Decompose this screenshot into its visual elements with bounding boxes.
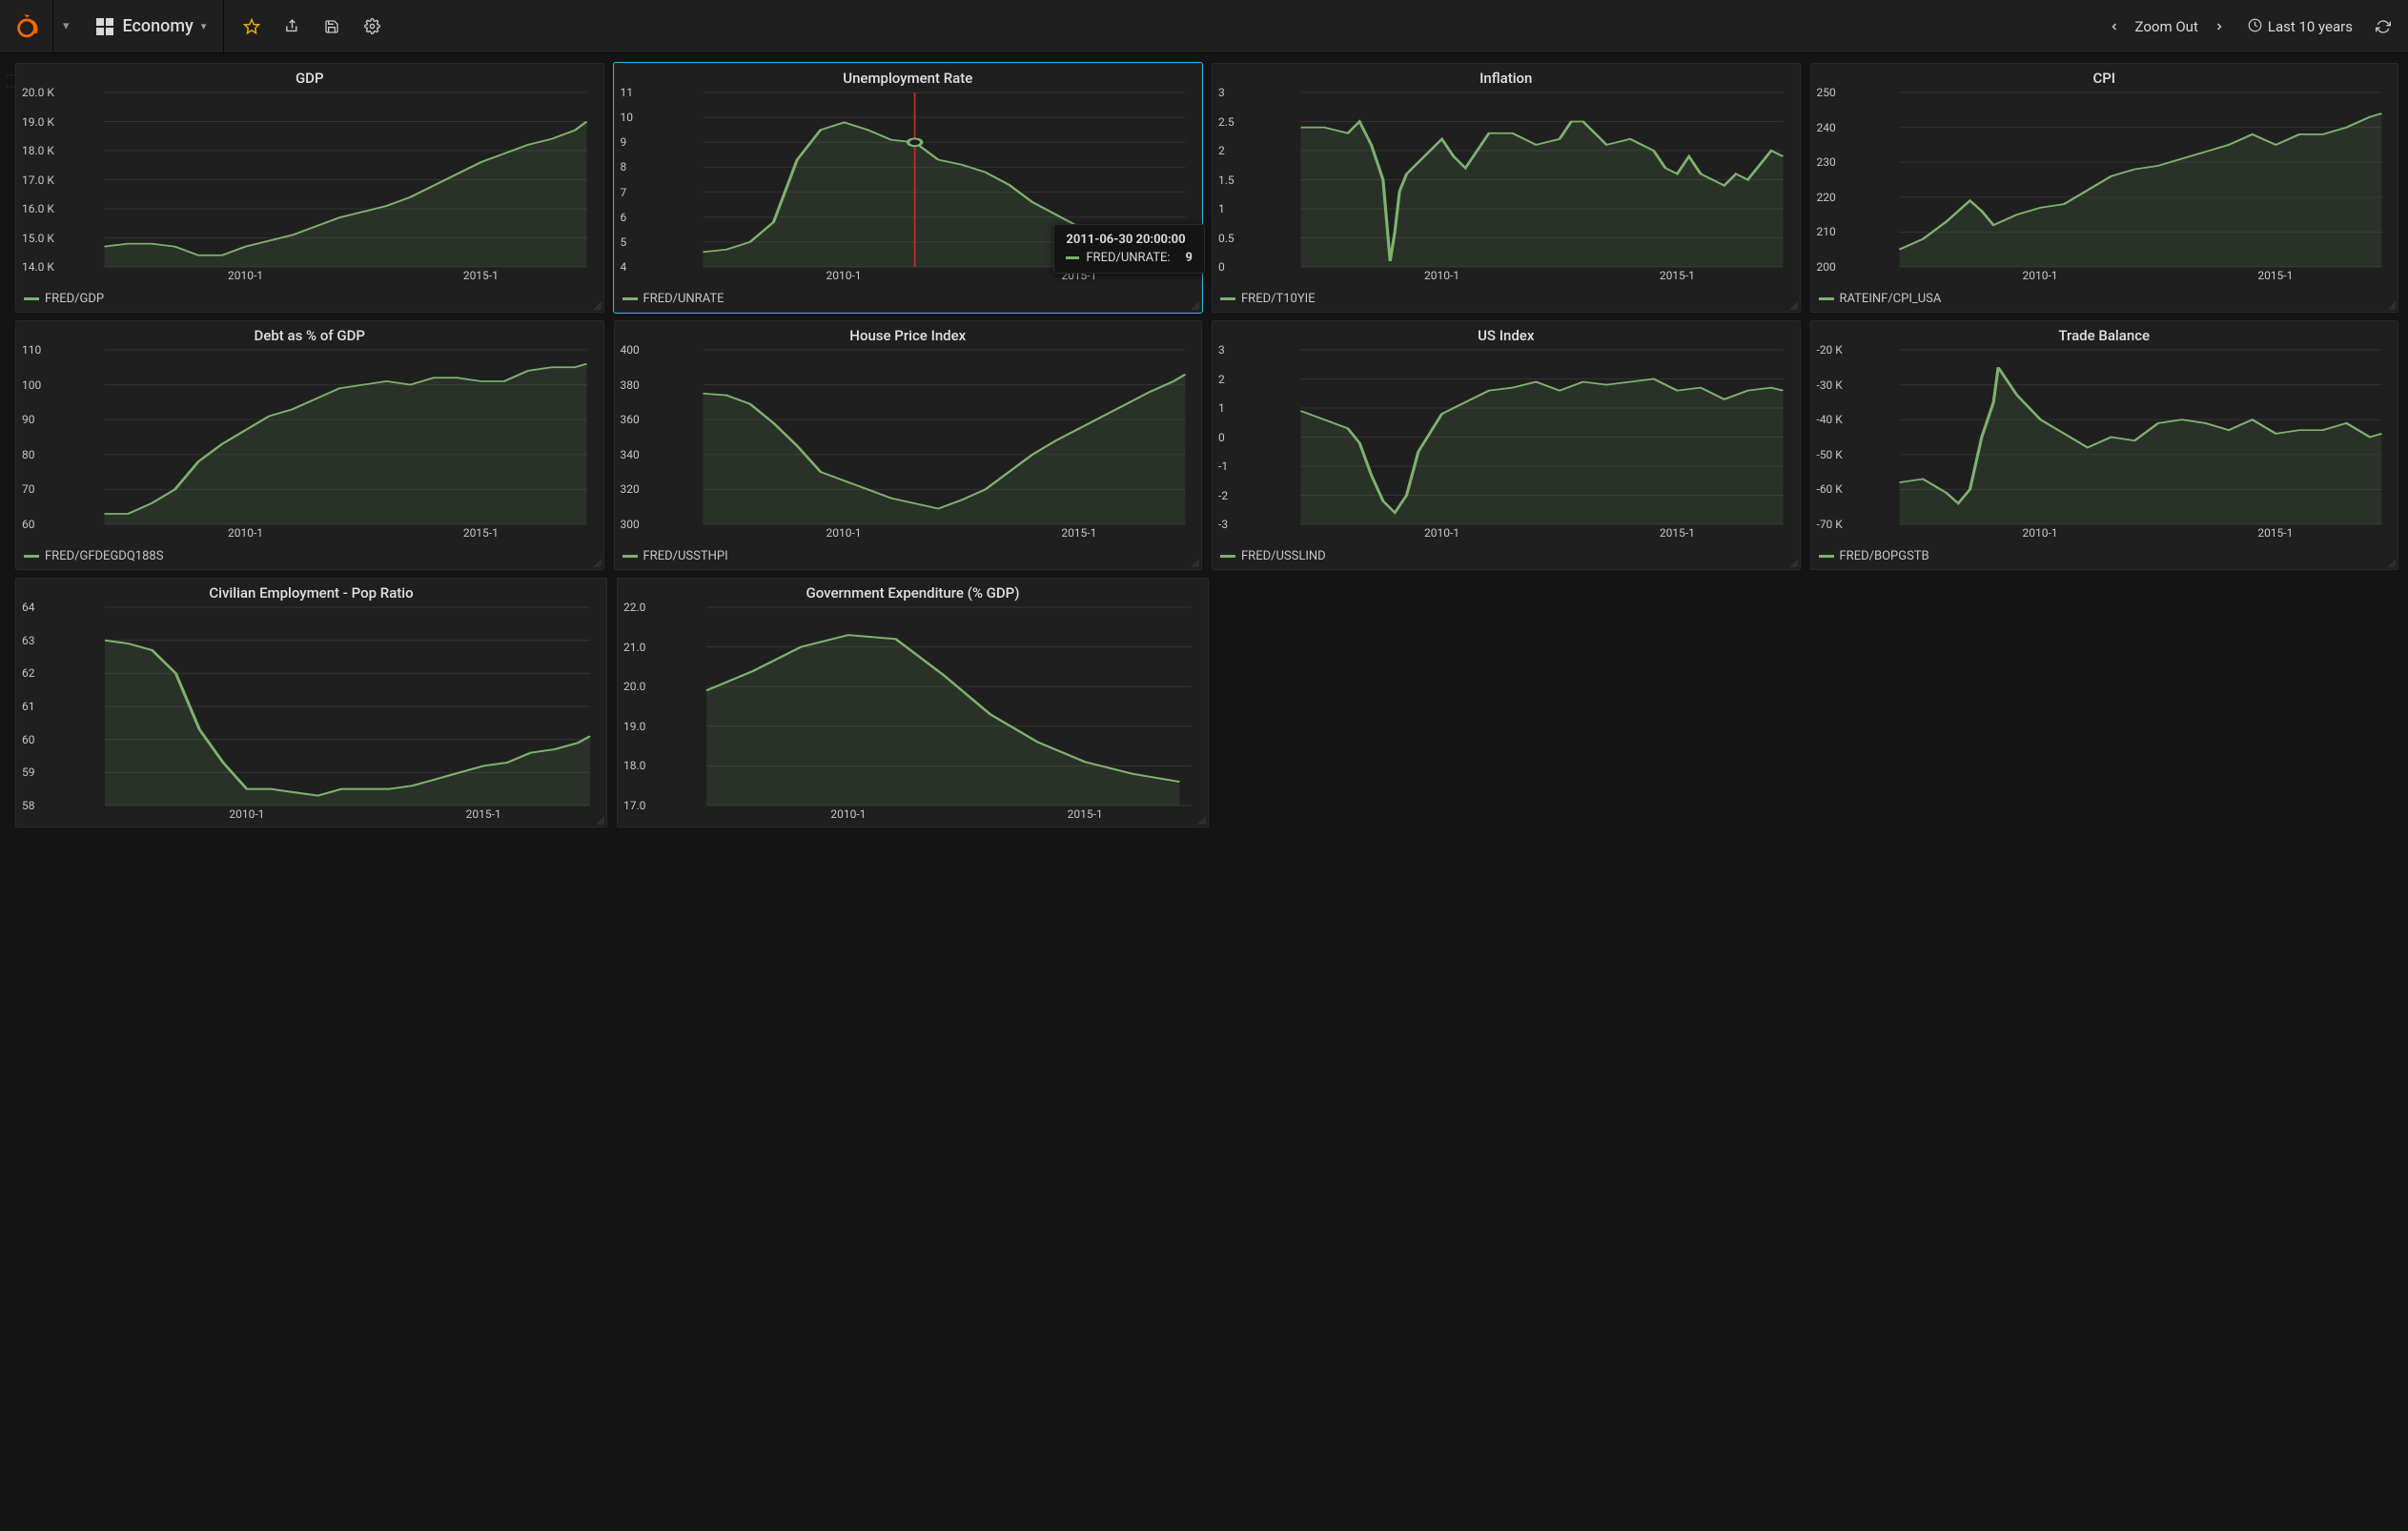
panel-title: Unemployment Rate (615, 64, 1202, 89)
panel-title: CPI (1811, 64, 2398, 89)
chevron-down-icon[interactable]: ▾ (53, 19, 79, 33)
panel-row: Civilian Employment - Pop Ratio585960616… (15, 574, 2402, 831)
time-forward-button[interactable] (2204, 0, 2235, 52)
legend-label: FRED/T10YIE (1241, 292, 1316, 306)
resize-handle[interactable] (590, 556, 603, 569)
x-tick-label: 2015-1 (463, 269, 499, 282)
x-tick-label: 2015-1 (1660, 526, 1695, 540)
x-tick-label: 2010-1 (2023, 526, 2058, 540)
tooltip-timestamp: 2011-06-30 20:00:00 (1066, 233, 1193, 247)
panel-legend[interactable]: FRED/UNRATE (615, 288, 1202, 312)
panel-emratio[interactable]: Civilian Employment - Pop Ratio585960616… (15, 578, 607, 827)
star-icon[interactable] (232, 0, 272, 52)
panel-row: Debt as % of GDP607080901001102010-12015… (15, 316, 2402, 574)
panel-title: Debt as % of GDP (16, 321, 603, 346)
x-tick-label: 2015-1 (2257, 269, 2293, 282)
dashboard-title: Economy (123, 16, 194, 36)
refresh-icon[interactable] (2366, 0, 2400, 52)
dashboard-picker[interactable]: Economy ▾ (79, 0, 225, 52)
gear-icon[interactable] (352, 0, 392, 52)
panel-title: Inflation (1213, 64, 1800, 89)
panel-inflation[interactable]: Inflation00.511.522.532010-12015-1FRED/T… (1212, 63, 1801, 313)
x-tick-label: 2010-1 (228, 269, 263, 282)
chevron-down-icon: ▾ (201, 20, 207, 32)
resize-handle[interactable] (1786, 556, 1800, 569)
x-tick-label: 2015-1 (463, 526, 499, 540)
dashboard-body: ⋮⋮ GDP14.0 K15.0 K16.0 K17.0 K18.0 K19.0… (0, 53, 2408, 837)
resize-handle[interactable] (1188, 556, 1201, 569)
row-handle[interactable] (6, 316, 15, 574)
panel-title: House Price Index (615, 321, 1202, 346)
x-tick-label: 2010-1 (830, 807, 866, 821)
panel-govexp[interactable]: Government Expenditure (% GDP)17.018.019… (617, 578, 1209, 827)
resize-handle[interactable] (1786, 298, 1800, 312)
panel-legend[interactable]: FRED/USSLIND (1213, 545, 1800, 569)
toolbar (224, 0, 392, 52)
panel-title: Government Expenditure (% GDP) (618, 579, 1208, 603)
panel-unrate[interactable]: Unemployment Rate45678910112010-12015-1F… (614, 63, 1203, 313)
panel-legend[interactable]: FRED/GDP (16, 288, 603, 312)
legend-label: FRED/GFDEGDQ188S (45, 549, 163, 563)
panel-debt[interactable]: Debt as % of GDP607080901001102010-12015… (15, 320, 604, 570)
top-nav: ▾ Economy ▾ Zoom Out Last 10 yea (0, 0, 2408, 53)
dashboard-icon (96, 18, 113, 35)
resize-handle[interactable] (590, 298, 603, 312)
time-range-picker[interactable]: Last 10 years (2235, 0, 2366, 52)
resize-handle[interactable] (593, 813, 606, 827)
grafana-logo[interactable] (0, 0, 53, 52)
x-tick-label: 2015-1 (1061, 526, 1096, 540)
x-tick-label: 2010-1 (826, 269, 862, 282)
x-tick-label: 2010-1 (1424, 526, 1459, 540)
x-tick-label: 2010-1 (826, 526, 862, 540)
resize-handle[interactable] (2384, 298, 2398, 312)
row-handle[interactable]: ⋮⋮ (6, 59, 15, 316)
panel-legend[interactable]: FRED/BOPGSTB (1811, 545, 2398, 569)
panel-legend[interactable]: FRED/USSTHPI (615, 545, 1202, 569)
panel-legend[interactable]: FRED/T10YIE (1213, 288, 1800, 312)
panel-row: GDP14.0 K15.0 K16.0 K17.0 K18.0 K19.0 K2… (15, 59, 2402, 316)
panel-legend[interactable]: FRED/GFDEGDQ188S (16, 545, 603, 569)
tooltip-value: 9 (1186, 251, 1193, 265)
zoom-out-button[interactable]: Zoom Out (2130, 0, 2204, 52)
time-range-label: Last 10 years (2268, 18, 2353, 35)
x-tick-label: 2010-1 (2023, 269, 2058, 282)
time-back-button[interactable] (2099, 0, 2130, 52)
save-icon[interactable] (312, 0, 352, 52)
x-tick-label: 2015-1 (1660, 269, 1695, 282)
x-tick-label: 2010-1 (229, 807, 264, 821)
panel-title: US Index (1213, 321, 1800, 346)
time-controls: Zoom Out Last 10 years (2099, 0, 2408, 52)
hover-tooltip: 2011-06-30 20:00:00 FRED/UNRATE: 9 (1053, 224, 1205, 274)
x-tick-label: 2010-1 (228, 526, 263, 540)
clock-icon (2248, 18, 2262, 36)
panel-legend[interactable]: RATEINF/CPI_USA (1811, 288, 2398, 312)
panel-title: GDP (16, 64, 603, 89)
panel-gdp[interactable]: GDP14.0 K15.0 K16.0 K17.0 K18.0 K19.0 K2… (15, 63, 604, 313)
resize-handle[interactable] (1194, 813, 1208, 827)
legend-label: FRED/GDP (45, 292, 104, 306)
legend-label: FRED/USSLIND (1241, 549, 1326, 563)
x-tick-label: 2010-1 (1424, 269, 1459, 282)
x-tick-label: 2015-1 (1068, 807, 1103, 821)
legend-label: RATEINF/CPI_USA (1840, 292, 1942, 306)
share-icon[interactable] (272, 0, 312, 52)
panel-usindex[interactable]: US Index-3-2-101232010-12015-1FRED/USSLI… (1212, 320, 1801, 570)
legend-label: FRED/USSTHPI (643, 549, 728, 563)
x-tick-label: 2015-1 (466, 807, 501, 821)
panel-title: Trade Balance (1811, 321, 2398, 346)
tooltip-series: FRED/UNRATE: (1086, 251, 1170, 265)
row-handle[interactable] (6, 574, 15, 831)
legend-label: FRED/UNRATE (643, 292, 724, 306)
panel-title: Civilian Employment - Pop Ratio (16, 579, 606, 603)
panel-hpi[interactable]: House Price Index3003203403603804002010-… (614, 320, 1203, 570)
panel-trade[interactable]: Trade Balance-70 K-60 K-50 K-40 K-30 K-2… (1810, 320, 2399, 570)
x-tick-label: 2015-1 (2257, 526, 2293, 540)
resize-handle[interactable] (1188, 298, 1201, 312)
panel-cpi[interactable]: CPI2002102202302402502010-12015-1RATEINF… (1810, 63, 2399, 313)
resize-handle[interactable] (2384, 556, 2398, 569)
legend-label: FRED/BOPGSTB (1840, 549, 1929, 563)
